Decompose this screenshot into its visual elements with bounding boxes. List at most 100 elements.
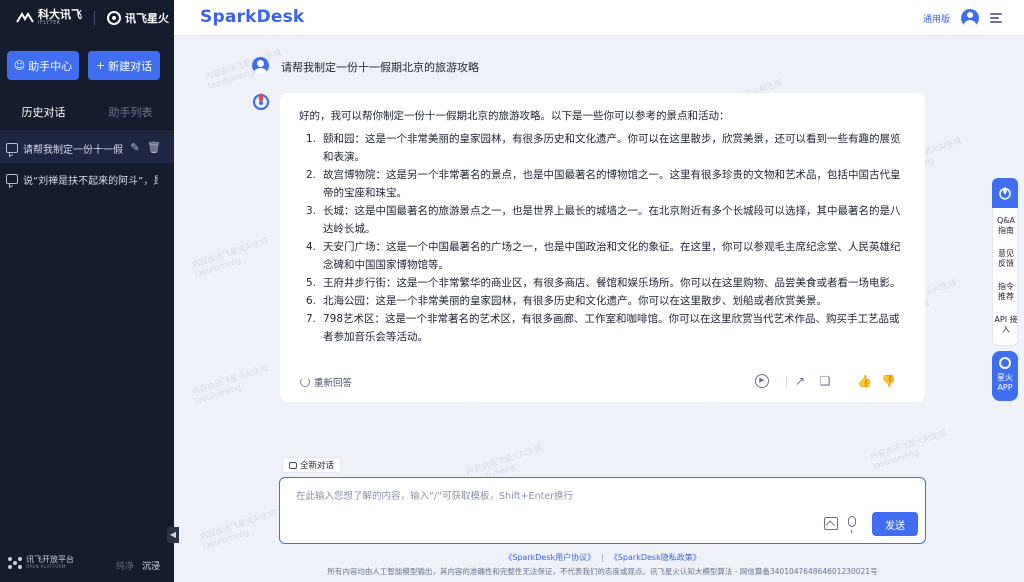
user-avatar[interactable]	[961, 9, 979, 27]
feedback-button[interactable]: 意见 反馈	[993, 249, 1019, 269]
history-item-label: 说“刘禅是扶不起来的阿斗”，是什么意思	[23, 175, 158, 187]
iflytek-logo-icon	[16, 12, 34, 23]
person-icon: ☺	[13, 59, 26, 72]
spark-bot-icon	[252, 93, 270, 110]
app-title: SparkDesk	[200, 7, 305, 27]
new-conversation-button[interactable]: 全新对话	[282, 457, 342, 473]
new-conversation-label: 全新对话	[300, 461, 335, 471]
list-item-text: 798艺术区：这是一个非常著名的艺术区，有很多画廊、工作室和咖啡馆。你可以在这里…	[323, 313, 900, 343]
message-input-box: 发送	[279, 477, 926, 544]
footer-disclaimer: 所有内容均由人工智能模型输出，其内容的准确性和完整性无法保证，不代表我们的态度或…	[327, 567, 878, 576]
list-item-text: 颐和园：这是一个非常美丽的皇家园林，有很多历史和文化遗产。你可以在这里散步，欣赏…	[323, 133, 901, 163]
history-item[interactable]: 说“刘禅是扶不起来的阿斗”，是什么意思	[0, 164, 174, 194]
watermark: 内容由讯飞星火AI生成laoufomeng	[868, 428, 948, 471]
open-platform-icon	[8, 556, 22, 569]
prompt-recommend-button[interactable]: 指令 推荐	[993, 282, 1019, 302]
spark-app-icon	[999, 357, 1011, 369]
list-item-number: 2.	[306, 169, 317, 181]
trash-icon[interactable]: 🗑	[147, 142, 161, 154]
open-platform-logo[interactable]: 讯飞开放平台 OPEN PLATFORM	[8, 555, 74, 569]
watermark: 内容由讯飞星火AI生成laoufomeng	[190, 363, 270, 406]
action-divider	[786, 376, 787, 387]
refresh-icon	[300, 377, 310, 387]
copy-icon[interactable]: ❏	[818, 374, 832, 388]
list-item: 2. 故宫博物院：这是另一个非常著名的景点，也是中国最著名的博物馆之一。这里有很多…	[306, 166, 906, 202]
iflytek-logo: 科大讯飞 IFLYTEK	[16, 9, 82, 27]
plus-icon: +	[95, 59, 106, 72]
message-input[interactable]	[296, 488, 816, 508]
spark-logo-text: 讯飞星火	[125, 12, 169, 25]
list-item-text: 天安门广场：这是一个中国最著名的广场之一，也是中国政治和文化的象征。在这里，你可…	[323, 241, 901, 271]
theme-dark-option[interactable]: 沉浸	[142, 559, 160, 572]
image-upload-icon[interactable]	[824, 517, 838, 530]
spark-app-label: 星火 APP	[997, 373, 1013, 392]
list-item-number: 7.	[306, 313, 317, 325]
list-item-number: 1.	[306, 133, 317, 145]
reply-intro: 好的，我可以帮你制定一份十一假期北京的旅游攻略。以下是一些你可以参考的景点和活动…	[299, 110, 730, 122]
collapse-sidebar-handle[interactable]: ◀	[167, 527, 179, 543]
spark-icon	[999, 186, 1011, 200]
spark-logo: 讯飞星火	[107, 10, 169, 26]
chat-bubble-icon	[289, 461, 297, 469]
float-spark-button[interactable]	[992, 178, 1018, 208]
edition-label[interactable]: 通用版	[923, 12, 950, 25]
terms-link[interactable]: 《SparkDesk用户协议》	[504, 553, 595, 562]
list-item: 1. 颐和园：这是一个非常美丽的皇家园林，有很多历史和文化遗产。你可以在这里散步，…	[306, 130, 906, 166]
chat-bubble-icon	[6, 143, 18, 153]
list-item-number: 5.	[306, 277, 317, 289]
list-item: 6. 北海公园：这是一个非常美丽的皇家园林，有很多历史和文化遗产。你可以在这里散步…	[306, 292, 906, 310]
list-item: 4. 天安门广场：这是一个中国最著名的广场之一，也是中国政治和文化的象征。在这里，…	[306, 238, 906, 274]
regenerate-button[interactable]: 重新回答	[300, 375, 352, 389]
user-message-avatar	[252, 57, 269, 74]
menu-icon[interactable]	[990, 12, 1002, 24]
theme-light-option[interactable]: 纯净	[116, 559, 134, 572]
spark-app-button[interactable]: 星火 APP	[992, 351, 1018, 401]
list-item: 5. 王府井步行街：这是一个非常繁华的商业区，有很多商店、餐馆和娱乐场所。你可以在…	[306, 274, 906, 292]
footer-links: 《SparkDesk用户协议》 | 《SparkDesk隐私政策》	[279, 552, 926, 563]
top-bar: SparkDesk 通用版	[174, 0, 1024, 36]
watermark: 内容由讯飞星火AI生成laoufomeng	[203, 48, 283, 91]
tab-divider	[0, 131, 174, 132]
edit-icon[interactable]: ✎	[129, 142, 141, 154]
watermark: 内容由讯飞星火AI生成laoufomeng	[198, 508, 278, 551]
assistant-center-button[interactable]: ☺ 助手中心	[7, 51, 79, 80]
sidebar: 科大讯飞 IFLYTEK 讯飞星火 ☺ 助手中心 + 新建对话 历史对话 助手列表…	[0, 0, 179, 582]
user-message: 请帮我制定一份十一假期北京的旅游攻略	[281, 61, 479, 74]
footer-separator: |	[601, 553, 604, 562]
history-item[interactable]: 请帮我制定一份十一假期北京的旅游攻略 ✎ 🗑	[0, 133, 174, 163]
list-item-number: 6.	[306, 295, 317, 307]
new-chat-label: 新建对话	[108, 59, 153, 73]
send-button[interactable]: 发送	[872, 512, 918, 536]
thumbs-up-icon[interactable]: 👍	[857, 374, 872, 388]
spark-logo-icon	[107, 11, 121, 25]
watermark: 内容由讯飞星火AI生成laoufomeng	[190, 236, 270, 279]
privacy-link[interactable]: 《SparkDesk隐私政策》	[610, 553, 701, 562]
thumbs-down-icon[interactable]: 👎	[881, 374, 896, 388]
list-item: 7. 798艺术区：这是一个非常著名的艺术区，有很多画廊、工作室和咖啡馆。你可以在…	[306, 310, 906, 346]
reply-list: 1. 颐和园：这是一个非常美丽的皇家园林，有很多历史和文化遗产。你可以在这里散步，…	[306, 130, 906, 346]
theme-switch: 纯净 沉浸	[116, 559, 160, 572]
api-access-button[interactable]: API 接入	[993, 315, 1019, 335]
regenerate-label: 重新回答	[314, 378, 353, 389]
chat-bubble-icon	[6, 174, 18, 184]
qa-guide-button[interactable]: Q&A 指南	[993, 216, 1019, 236]
open-platform-sublabel: OPEN PLATFORM	[26, 563, 67, 569]
brand-logos: 科大讯飞 IFLYTEK 讯飞星火	[0, 0, 174, 36]
list-item: 3. 长城：这是中国最著名的旅游景点之一，也是世界上最长的城墙之一。在北京附近有多…	[306, 202, 906, 238]
microphone-icon[interactable]	[848, 516, 856, 533]
list-item-text: 故宫博物院：这是另一个非常著名的景点，也是中国最著名的博物馆之一。这里有很多珍贵…	[323, 169, 901, 199]
assistant-center-label: 助手中心	[28, 59, 73, 73]
share-icon[interactable]: ↗	[793, 374, 807, 388]
float-panel: Q&A 指南 意见 反馈 指令 推荐 API 接入	[992, 208, 1018, 346]
iflytek-logo-subtext: IFLYTEK	[38, 20, 61, 27]
assistant-reply-bubble: 好的，我可以帮你制定一份十一假期北京的旅游攻略。以下是一些你可以参考的景点和活动…	[280, 93, 925, 402]
list-item-number: 3.	[306, 205, 317, 217]
list-item-text: 王府井步行街：这是一个非常繁华的商业区，有很多商店、餐馆和娱乐场所。你可以在这里…	[323, 277, 901, 289]
list-item-text: 长城：这是中国最著名的旅游景点之一，也是世界上最长的城墙之一。在北京附近有多个长…	[323, 205, 901, 235]
logo-divider	[94, 11, 95, 25]
play-audio-icon[interactable]: ▶	[755, 374, 769, 388]
list-item-text: 北海公园：这是一个非常美丽的皇家园林，有很多历史和文化遗产。你可以在这里散步、划…	[323, 295, 827, 307]
history-item-label: 请帮我制定一份十一假期北京的旅游攻略	[23, 144, 123, 156]
list-item-number: 4.	[306, 241, 317, 253]
new-chat-button[interactable]: + 新建对话	[88, 51, 160, 80]
